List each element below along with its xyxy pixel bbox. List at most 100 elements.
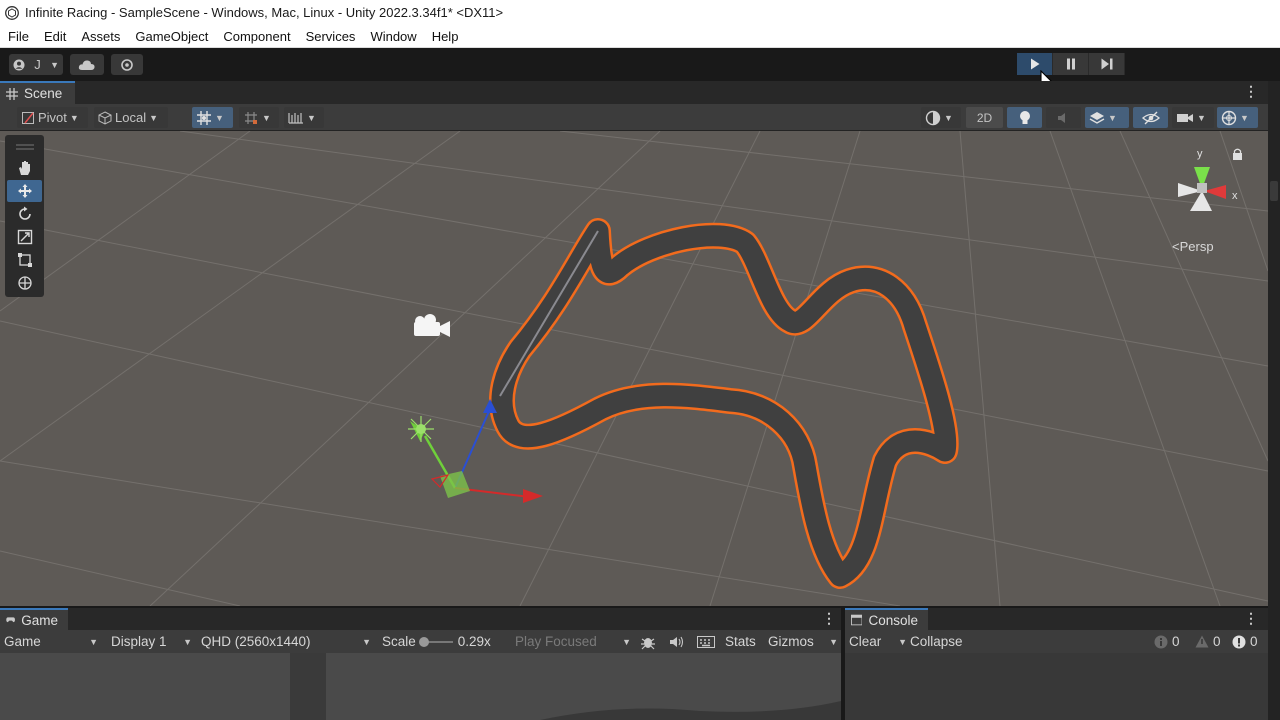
mute-audio-button[interactable] <box>669 630 687 653</box>
chevron-down-icon: ▼ <box>1108 112 1117 123</box>
console-log-list[interactable] <box>845 653 1268 720</box>
scene-viewport[interactable]: y x <box>0 131 1268 606</box>
game-view-dropdown[interactable]: Game ▼ <box>4 630 98 653</box>
tool-palette <box>5 135 44 297</box>
menu-window[interactable]: Window <box>362 29 423 44</box>
game-panel-menu-icon[interactable]: ⋮ <box>822 610 836 627</box>
play-controls <box>1017 53 1125 75</box>
rotate-tool-button[interactable] <box>7 203 42 225</box>
scale-slider-thumb[interactable] <box>418 636 429 647</box>
resolution-dropdown[interactable]: QHD (2560x1440) ▼ <box>201 630 371 653</box>
game-view[interactable] <box>0 653 841 720</box>
gizmo-globe-icon <box>1221 110 1237 125</box>
scene-camera-dropdown[interactable]: ▼ <box>1172 107 1214 128</box>
grid-snap-toggle[interactable]: ▼ <box>192 107 233 128</box>
gizmos-game-dropdown[interactable]: Gizmos ▼ <box>768 630 838 653</box>
shortcuts-button[interactable] <box>697 630 717 653</box>
gizmos-dropdown[interactable]: ▼ <box>1217 107 1258 128</box>
chevron-down-icon: ▼ <box>215 112 224 123</box>
chevron-down-icon: ▼ <box>69 112 79 123</box>
error-icon <box>1232 635 1246 648</box>
menu-edit[interactable]: Edit <box>36 29 73 44</box>
local-dropdown[interactable]: Local ▼ <box>94 107 168 128</box>
console-tab-bar: Console <box>845 608 1268 630</box>
log-filter-toggle[interactable]: 0 <box>1154 630 1180 653</box>
menu-assets[interactable]: Assets <box>73 29 127 44</box>
warning-icon <box>1195 635 1209 648</box>
account-dropdown[interactable]: J ▼ <box>9 54 63 75</box>
pause-icon <box>1066 58 1075 70</box>
lightbulb-icon <box>1019 110 1030 124</box>
palette-grip-icon[interactable] <box>7 137 42 157</box>
warning-filter-toggle[interactable]: 0 <box>1195 630 1221 653</box>
projection-label[interactable]: <Persp <box>1172 239 1214 254</box>
game-render <box>290 653 841 720</box>
display-dropdown[interactable]: Display 1 ▼ <box>111 630 192 653</box>
chevron-down-icon: ▼ <box>944 112 953 123</box>
gamepad-icon <box>6 617 15 623</box>
hidden-objects-toggle[interactable] <box>1133 107 1168 128</box>
menu-help[interactable]: Help <box>424 29 466 44</box>
scale-slider[interactable]: Scale 0.29x <box>382 630 504 653</box>
move-icon <box>17 184 32 198</box>
camera-gizmo-icon[interactable] <box>414 314 450 337</box>
collapse-button[interactable]: Collapse <box>910 630 963 653</box>
transform-tool-button[interactable] <box>7 272 42 294</box>
shading-mode-dropdown[interactable]: ▼ <box>921 107 961 128</box>
audio-toggle[interactable] <box>1046 107 1081 128</box>
menu-gameobject[interactable]: GameObject <box>127 29 215 44</box>
pause-button[interactable] <box>1053 53 1089 75</box>
bug-icon <box>641 637 655 649</box>
pivot-label: Pivot <box>38 110 67 125</box>
lighting-toggle[interactable] <box>1007 107 1042 128</box>
game-toolbar: Game ▼ Display 1 ▼ QHD (2560x1440) ▼ Scale … <box>0 630 841 653</box>
stats-button[interactable]: Stats <box>725 630 756 653</box>
light-gizmo-icon[interactable] <box>408 416 434 442</box>
2d-mode-toggle[interactable]: 2D <box>966 107 1003 128</box>
cloud-button[interactable] <box>70 54 104 75</box>
effects-dropdown[interactable]: ▼ <box>1085 107 1129 128</box>
chevron-down-icon: ▼ <box>898 636 907 647</box>
clear-dropdown[interactable]: Clear ▼ <box>849 630 907 653</box>
step-icon <box>1101 58 1112 70</box>
snap-increment-toggle[interactable]: ▼ <box>239 107 279 128</box>
tab-scene[interactable]: Scene <box>0 81 75 104</box>
hand-tool-button[interactable] <box>7 157 42 179</box>
video-camera-icon <box>1177 113 1193 122</box>
pivot-icon <box>22 111 34 124</box>
pivot-dropdown[interactable]: Pivot ▼ <box>17 107 88 128</box>
lock-icon[interactable] <box>1233 148 1242 160</box>
play-focus-dropdown[interactable]: Play Focused ▼ <box>515 630 631 653</box>
step-button[interactable] <box>1089 53 1125 75</box>
ruler-toggle[interactable]: ▼ <box>284 107 324 128</box>
console-toolbar: Clear ▼ Collapse 0 0 0 <box>845 630 1268 653</box>
services-button[interactable] <box>111 54 143 75</box>
menu-file[interactable]: File <box>0 29 36 44</box>
error-filter-toggle[interactable]: 0 <box>1232 630 1258 653</box>
menu-services[interactable]: Services <box>298 29 363 44</box>
grid-icon <box>6 87 18 100</box>
console-panel-menu-icon[interactable]: ⋮ <box>1244 610 1258 627</box>
game-tab-bar: Game <box>0 608 841 630</box>
menu-component[interactable]: Component <box>215 29 297 44</box>
scene-panel-menu-icon[interactable]: ⋮ <box>1244 83 1258 100</box>
chevron-down-icon: ▼ <box>1240 112 1249 123</box>
rect-transform-icon <box>17 253 32 267</box>
scale-slider-track[interactable] <box>418 636 453 647</box>
track-surface <box>491 220 957 587</box>
shading-sphere-icon <box>925 110 941 125</box>
move-handle-gizmo[interactable] <box>410 399 543 503</box>
scene-toolbar: Pivot ▼ Local ▼ ▼ ▼ ▼ ▼ 2D ▼ ▼ ▼ <box>0 104 1268 131</box>
scale-tool-button[interactable] <box>7 226 42 248</box>
rect-tool-button[interactable] <box>7 249 42 271</box>
tab-console[interactable]: Console <box>845 608 928 630</box>
increment-snap-icon <box>245 111 257 124</box>
tab-game[interactable]: Game <box>0 608 68 630</box>
scene-tab-bar: Scene <box>0 81 1268 104</box>
right-scrollbar[interactable] <box>1268 81 1280 720</box>
chevron-down-icon: ▼ <box>1197 112 1206 123</box>
move-tool-button[interactable] <box>7 180 42 202</box>
chevron-down-icon: ▼ <box>89 636 98 647</box>
2d-label: 2D <box>976 110 993 125</box>
frame-debugger-button[interactable] <box>640 630 658 653</box>
